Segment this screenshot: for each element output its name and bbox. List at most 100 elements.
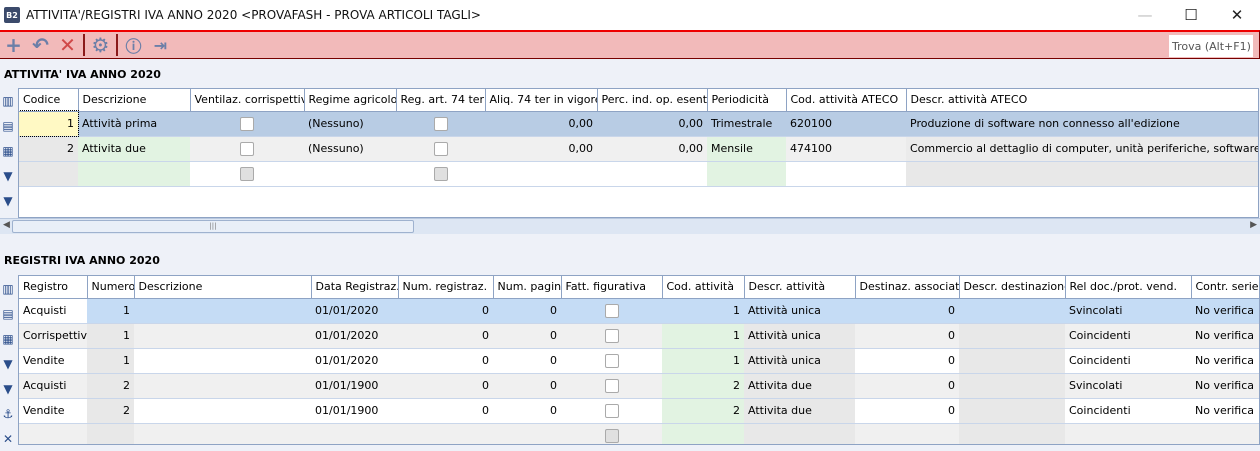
table-cell[interactable] [78, 161, 190, 187]
table-cell[interactable]: 01/01/1900 [311, 398, 398, 424]
table-cell[interactable]: Attivita due [744, 398, 855, 424]
undo-icon[interactable]: ↶ [27, 33, 54, 57]
table-row[interactable]: Vendite 2 01/01/1900 0 0 2 Attivita due 0 Coinci… [19, 398, 1259, 424]
table-cell[interactable] [959, 348, 1065, 374]
table-cell[interactable]: 01/01/2020 [311, 323, 398, 349]
checkbox[interactable] [433, 166, 448, 181]
table-cell[interactable]: 1 [662, 323, 744, 349]
table-cell[interactable]: No verifica [1191, 323, 1259, 349]
table-cell[interactable] [304, 161, 396, 187]
column-header[interactable]: Codice [19, 89, 79, 112]
table-cell[interactable]: Commercio al dettaglio di computer, unit… [906, 136, 1258, 162]
columns-icon[interactable]: ▥ [1, 88, 15, 113]
remove-filter-icon[interactable]: ✕ [1, 426, 15, 451]
exit-icon[interactable]: ⇥ [147, 33, 174, 57]
column-header[interactable]: Reg. art. 74 ter [396, 89, 486, 112]
table-cell[interactable]: 2 [87, 373, 134, 399]
list-icon[interactable]: ▤ [1, 301, 15, 326]
table-cell[interactable] [134, 323, 311, 349]
checkbox[interactable] [604, 353, 619, 368]
grid-icon[interactable]: ▦ [1, 138, 15, 163]
settings-gears-icon[interactable]: ⚙ [87, 33, 114, 57]
table-cell[interactable]: 0,00 [597, 111, 707, 137]
table-cell[interactable]: (Nessuno) [304, 136, 396, 162]
table-cell[interactable]: Attività unica [744, 348, 855, 374]
table-cell[interactable]: 0 [493, 298, 561, 324]
table-cell[interactable]: Attivita due [78, 136, 190, 162]
table-cell[interactable] [959, 323, 1065, 349]
checkbox[interactable] [604, 303, 619, 318]
table-cell[interactable]: 0 [493, 373, 561, 399]
table-cell[interactable] [134, 373, 311, 399]
filter-clear-icon[interactable]: ▼ [1, 188, 15, 213]
table-row[interactable]: Acquisti 2 01/01/1900 0 0 2 Attivita due 0 Svinc… [19, 373, 1259, 399]
table-row[interactable]: 1 Attività prima (Nessuno) 0,00 0,00 Trimestr… [19, 110, 1258, 137]
table-cell[interactable]: 2 [662, 398, 744, 424]
checkbox[interactable] [433, 116, 448, 131]
table-cell[interactable]: 0 [398, 373, 493, 399]
table-row[interactable]: Corrispettivi 1 01/01/2020 0 0 1 Attività unic… [19, 323, 1259, 349]
table-cell[interactable] [19, 161, 78, 187]
table-cell[interactable] [134, 298, 311, 324]
table-cell[interactable]: Attività unica [744, 323, 855, 349]
table-cell[interactable]: 01/01/2020 [311, 348, 398, 374]
table-cell[interactable] [597, 161, 707, 187]
table-cell[interactable]: 0 [855, 323, 959, 349]
close-window-button[interactable]: ✕ [1214, 0, 1260, 30]
columns-icon[interactable]: ▥ [1, 276, 15, 301]
checkbox[interactable] [604, 378, 619, 393]
column-header[interactable]: Cod. attività ATECO [786, 89, 907, 112]
table-cell[interactable]: No verifica [1191, 298, 1259, 324]
search-input[interactable]: Trova (Alt+F1) [1169, 35, 1253, 57]
table-cell[interactable]: No verifica [1191, 398, 1259, 424]
table-cell[interactable]: Trimestrale [707, 111, 786, 137]
filter-clear-icon[interactable]: ▼ [1, 376, 15, 401]
table-cell[interactable]: Svincolati [1065, 298, 1191, 324]
filter-icon[interactable]: ▼ [1, 163, 15, 188]
table-cell[interactable]: 474100 [786, 136, 906, 162]
checkbox[interactable] [240, 166, 254, 181]
table-cell[interactable]: Coincidenti [1065, 398, 1191, 424]
table-cell[interactable]: Mensile [707, 136, 786, 162]
table-cell[interactable] [134, 348, 311, 374]
column-header[interactable]: Descr. attività [744, 276, 856, 299]
column-header[interactable]: Descrizione [78, 89, 191, 112]
table-cell[interactable]: 0 [493, 398, 561, 424]
table-cell[interactable]: Attivita due [744, 373, 855, 399]
table-cell[interactable] [906, 161, 1258, 187]
table-cell[interactable] [134, 398, 311, 424]
scrollbar-thumb[interactable]: ||| [12, 220, 414, 233]
table-cell[interactable]: 0 [398, 298, 493, 324]
column-header[interactable]: Descrizione [134, 276, 312, 299]
table-cell[interactable]: 0 [398, 348, 493, 374]
table-cell[interactable]: Vendite [19, 348, 87, 374]
column-header[interactable]: Descr. attività ATECO [906, 89, 1258, 112]
table-cell[interactable] [959, 398, 1065, 424]
column-header[interactable]: Num. pagina [493, 276, 562, 299]
help-icon[interactable]: ⓘ [120, 33, 147, 57]
scroll-left-icon[interactable]: ◀ [3, 220, 10, 230]
table-row[interactable]: Vendite 1 01/01/2020 0 0 1 Attività unica 0 Coin… [19, 348, 1259, 374]
table-cell[interactable] [561, 348, 662, 374]
table-cell[interactable]: 1 [87, 323, 134, 349]
table-cell[interactable]: 0 [855, 373, 959, 399]
table-cell[interactable] [396, 161, 485, 187]
column-header[interactable]: Data Registraz. [311, 276, 399, 299]
checkbox[interactable] [433, 141, 448, 156]
table-cell[interactable]: 1 [662, 348, 744, 374]
column-header[interactable]: Contr. serie prot. [1191, 276, 1259, 299]
table-cell[interactable] [561, 373, 662, 399]
table-cell[interactable]: Svincolati [1065, 373, 1191, 399]
table-cell[interactable]: Acquisti [19, 373, 87, 399]
add-icon[interactable]: + [0, 33, 27, 57]
table-cell[interactable]: 2 [662, 373, 744, 399]
table-cell[interactable]: Attività prima [78, 111, 190, 137]
table-cell[interactable]: 0,00 [485, 136, 597, 162]
table-cell[interactable] [561, 323, 662, 349]
table-cell[interactable] [561, 298, 662, 324]
anchor-icon[interactable]: ⚓ [1, 401, 15, 426]
table-cell[interactable]: No verifica [1191, 348, 1259, 374]
table-cell[interactable]: Corrispettivi [19, 323, 87, 349]
table-cell[interactable]: 01/01/1900 [311, 373, 398, 399]
table-cell[interactable] [786, 161, 906, 187]
